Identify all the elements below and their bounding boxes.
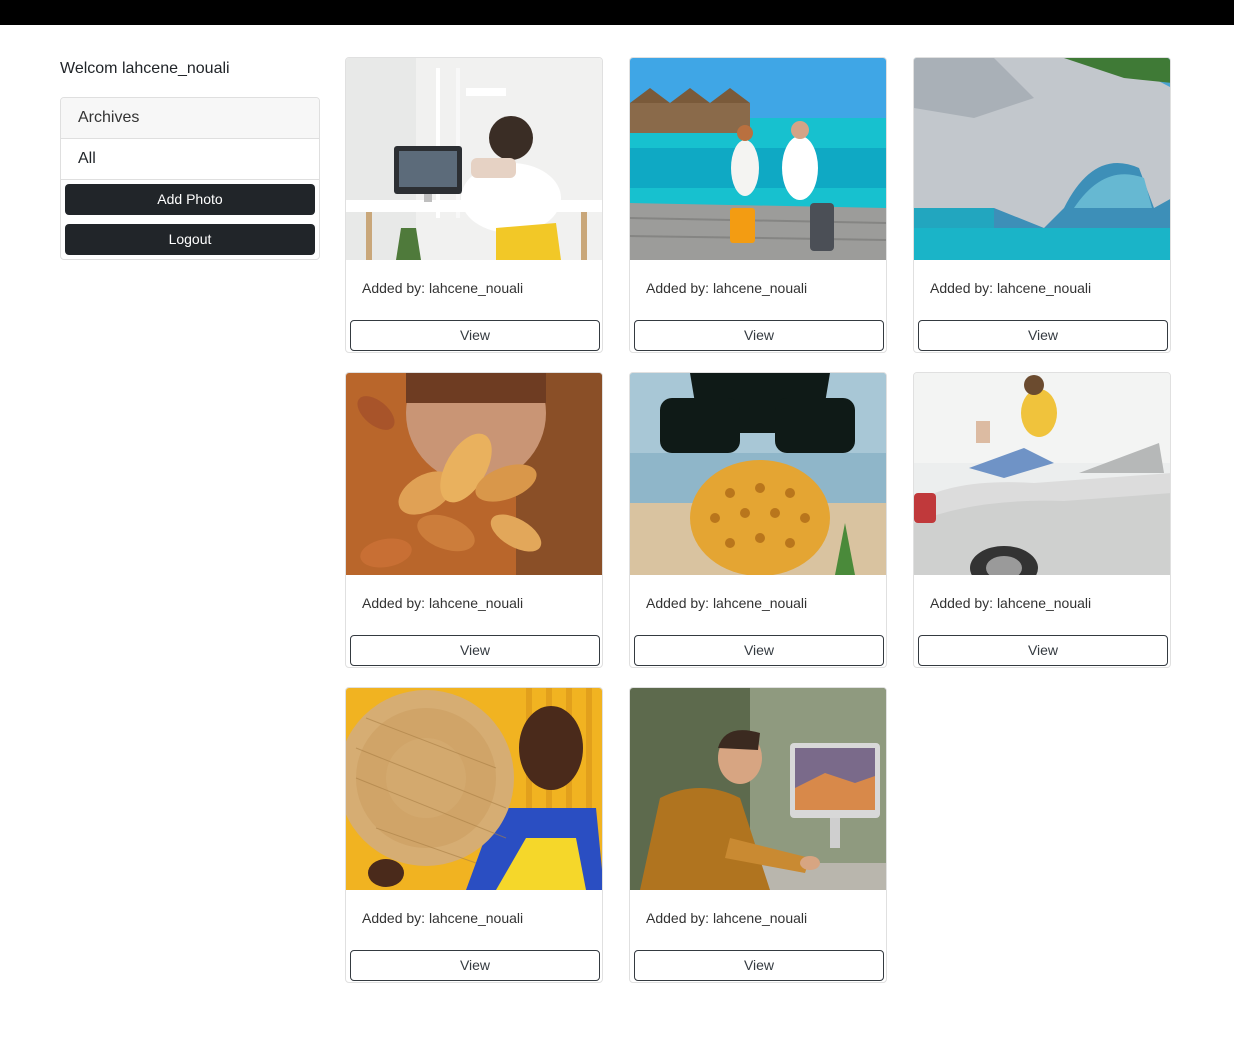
photo-caption: Added by: lahcene_nouali [362, 910, 524, 926]
photo-card: Added by: lahcene_nouali View [345, 687, 603, 983]
photo-card: Added by: lahcene_nouali View [629, 687, 887, 983]
photo-thumbnail-pineapple[interactable] [630, 373, 886, 575]
photo-card: Added by: lahcene_nouali View [345, 372, 603, 668]
photo-caption: Added by: lahcene_nouali [362, 280, 524, 296]
photo-thumbnail-pier[interactable] [630, 58, 886, 260]
photo-thumbnail-desk[interactable] [346, 58, 602, 260]
welcome-message: Welcom lahcene_nouali [60, 60, 230, 77]
photo-thumbnail-rock-arch[interactable] [914, 58, 1170, 260]
photo-thumbnail-woven-hat[interactable] [346, 688, 602, 890]
photo-card: Added by: lahcene_nouali View [913, 372, 1171, 668]
archive-item-all[interactable]: All [61, 139, 319, 180]
photo-card: Added by: lahcene_nouali View [345, 57, 603, 353]
archives-panel: Archives All Add Photo Logout [60, 97, 320, 260]
view-button[interactable]: View [918, 635, 1168, 666]
view-button[interactable]: View [634, 950, 884, 981]
top-navbar [0, 0, 1234, 25]
sidebar-actions: Add Photo Logout [61, 180, 319, 259]
archives-header: Archives [61, 98, 319, 139]
photo-thumbnail-woman-car[interactable] [914, 373, 1170, 575]
photo-card: Added by: lahcene_nouali View [629, 372, 887, 668]
photo-card: Added by: lahcene_nouali View [913, 57, 1171, 353]
photo-thumbnail-man-imac[interactable] [630, 688, 886, 890]
view-button[interactable]: View [350, 320, 600, 351]
photo-caption: Added by: lahcene_nouali [646, 910, 808, 926]
photo-caption: Added by: lahcene_nouali [646, 280, 808, 296]
photo-caption: Added by: lahcene_nouali [930, 595, 1092, 611]
view-button[interactable]: View [918, 320, 1168, 351]
photo-caption: Added by: lahcene_nouali [930, 280, 1092, 296]
sidebar: Welcom lahcene_nouali Archives All Add P… [60, 58, 320, 260]
view-button[interactable]: View [634, 635, 884, 666]
view-button[interactable]: View [350, 635, 600, 666]
photo-card: Added by: lahcene_nouali View [629, 57, 887, 353]
photo-caption: Added by: lahcene_nouali [362, 595, 524, 611]
add-photo-button[interactable]: Add Photo [65, 184, 315, 215]
photo-caption: Added by: lahcene_nouali [646, 595, 808, 611]
logout-button[interactable]: Logout [65, 224, 315, 255]
photo-thumbnail-autumn-leaves[interactable] [346, 373, 602, 575]
view-button[interactable]: View [350, 950, 600, 981]
view-button[interactable]: View [634, 320, 884, 351]
